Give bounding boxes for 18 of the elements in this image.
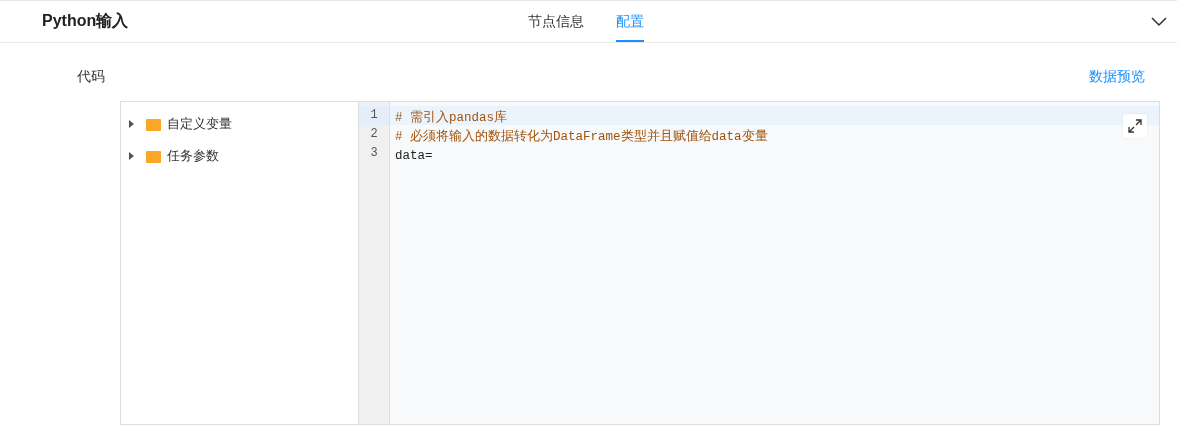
folder-icon xyxy=(146,151,161,163)
line-number: 2 xyxy=(369,126,379,143)
line-number: 3 xyxy=(369,145,379,162)
caret-icon[interactable] xyxy=(129,152,134,160)
tree-item[interactable]: 自定义变量 xyxy=(167,115,232,133)
code-editor[interactable]: 1 2 3 # 需引入pandas库 # 必须将输入的数据转化为DataFrame类型并且赋值给data变量 data= xyxy=(359,102,1159,424)
tree-item[interactable]: 任务参数 xyxy=(167,147,219,165)
code-line: # 需引入pandas库 xyxy=(395,111,507,125)
field-label: 代码 xyxy=(77,68,105,86)
code-line: # 必须将输入的数据转化为DataFrame类型并且赋值给data变量 xyxy=(395,130,768,144)
caret-icon[interactable] xyxy=(129,120,134,128)
line-number: 1 xyxy=(359,106,389,125)
code-line: data= xyxy=(395,149,433,163)
panel-title: Python输入 xyxy=(42,11,129,31)
chevron-down-icon[interactable] xyxy=(1151,16,1167,27)
folder-icon xyxy=(146,119,161,131)
expand-icon[interactable] xyxy=(1123,114,1147,138)
tab[interactable]: 节点信息 xyxy=(528,1,585,42)
